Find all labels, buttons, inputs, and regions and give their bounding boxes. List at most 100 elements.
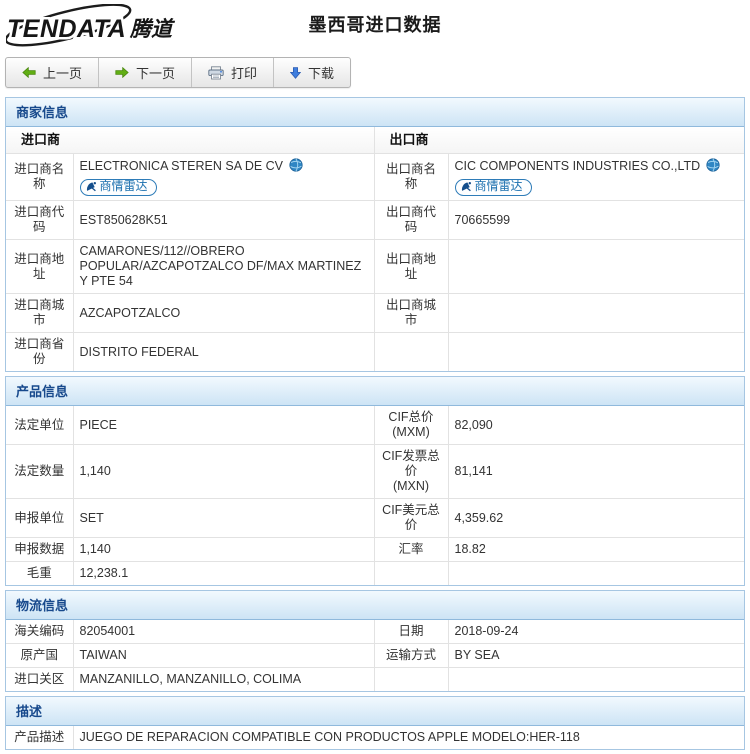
table-row: 申报单位 SET CIF美元总价 4,359.62: [6, 499, 744, 538]
download-label: 下载: [308, 63, 334, 82]
table-row: 法定单位 PIECE CIF总价 (MXM) 82,090: [6, 406, 744, 445]
description-section: 描述 产品描述 JUEGO DE REPARACION COMPATIBLE C…: [5, 696, 745, 750]
table-row: 原产国 TAIWAN 运输方式 BY SEA: [6, 644, 744, 668]
arrow-left-icon: [22, 67, 36, 78]
next-page-label: 下一页: [136, 63, 175, 82]
field-value: MANZANILLO, MANZANILLO, COLIMA: [73, 668, 374, 692]
next-page-button[interactable]: 下一页: [99, 58, 192, 87]
field-value: ELECTRONICA STEREN SA DE CV 商情雷达: [73, 153, 374, 201]
description-table: 产品描述 JUEGO DE REPARACION COMPATIBLE CON …: [6, 726, 744, 749]
field-value: AZCAPOTZALCO: [73, 294, 374, 333]
field-value: SET: [73, 499, 374, 538]
prev-page-label: 上一页: [43, 63, 82, 82]
merchant-table: 进口商 出口商 进口商名称 ELECTRONICA STEREN SA DE C…: [6, 127, 744, 371]
table-row: 毛重 12,238.1: [6, 562, 744, 586]
table-row: 进口商城市 AZCAPOTZALCO 出口商城市: [6, 294, 744, 333]
field-value: 81,141: [448, 445, 744, 499]
field-label: 进口商代码: [6, 201, 73, 240]
field-label: 毛重: [6, 562, 73, 586]
field-label: 法定数量: [6, 445, 73, 499]
field-label: 出口商代码: [374, 201, 448, 240]
field-label: 进口商地址: [6, 240, 73, 294]
field-value: CAMARONES/112//OBRERO POPULAR/AZCAPOTZAL…: [73, 240, 374, 294]
field-label: [374, 562, 448, 586]
globe-icon[interactable]: [706, 158, 720, 176]
field-label: 申报单位: [6, 499, 73, 538]
tendata-logo-graphic: TENDATA 腾道: [6, 4, 184, 50]
print-label: 打印: [231, 63, 257, 82]
section-title-description: 描述: [6, 697, 744, 726]
exporter-name: CIC COMPONENTS INDUSTRIES CO.,LTD: [455, 159, 701, 174]
field-value: DISTRITO FEDERAL: [73, 333, 374, 372]
field-value: 4,359.62: [448, 499, 744, 538]
field-value: [448, 294, 744, 333]
field-value: 2018-09-24: [448, 620, 744, 644]
field-value: [448, 240, 744, 294]
section-title-logistics: 物流信息: [6, 591, 744, 620]
field-label: 出口商地址: [374, 240, 448, 294]
field-value: 70665599: [448, 201, 744, 240]
field-label: 申报数据: [6, 538, 73, 562]
field-label: 出口商名称: [374, 153, 448, 201]
field-value: 1,140: [73, 538, 374, 562]
field-label: CIF总价 (MXM): [374, 406, 448, 445]
merchant-subheader-row: 进口商 出口商: [6, 127, 744, 153]
page-header: TENDATA 腾道 墨西哥进口数据: [0, 0, 750, 52]
field-label: 原产国: [6, 644, 73, 668]
toolbar: 上一页 下一页 打印 下载: [5, 57, 351, 88]
printer-icon: [208, 66, 224, 80]
radar-badge[interactable]: 商情雷达: [80, 179, 157, 196]
exporter-header: 出口商: [374, 127, 744, 153]
print-button[interactable]: 打印: [192, 58, 274, 87]
field-value: 12,238.1: [73, 562, 374, 586]
field-value: 82054001: [73, 620, 374, 644]
field-value: [448, 562, 744, 586]
radar-icon: [461, 181, 472, 192]
field-value: 1,140: [73, 445, 374, 499]
field-value: CIC COMPONENTS INDUSTRIES CO.,LTD: [448, 153, 744, 201]
arrow-right-icon: [115, 67, 129, 78]
field-label: 进口商城市: [6, 294, 73, 333]
field-value: TAIWAN: [73, 644, 374, 668]
radar-badge-label: 商情雷达: [100, 179, 148, 193]
product-table: 法定单位 PIECE CIF总价 (MXM) 82,090 法定数量 1,140…: [6, 406, 744, 585]
table-row: 海关编码 82054001 日期 2018-09-24: [6, 620, 744, 644]
field-label: [374, 668, 448, 692]
field-label: CIF发票总价 (MXN): [374, 445, 448, 499]
logistics-info-section: 物流信息 海关编码 82054001 日期 2018-09-24 原产国 TAI…: [5, 590, 745, 692]
download-button[interactable]: 下载: [274, 58, 350, 87]
importer-header: 进口商: [6, 127, 374, 153]
field-label: 进口关区: [6, 668, 73, 692]
table-row: 进口商地址 CAMARONES/112//OBRERO POPULAR/AZCA…: [6, 240, 744, 294]
radar-icon: [86, 181, 97, 192]
field-value: [448, 333, 744, 372]
field-label: [374, 333, 448, 372]
field-value: EST850628K51: [73, 201, 374, 240]
field-value: 18.82: [448, 538, 744, 562]
table-row: 进口商名称 ELECTRONICA STEREN SA DE CV: [6, 153, 744, 201]
field-label: 产品描述: [6, 726, 73, 749]
importer-name: ELECTRONICA STEREN SA DE CV: [80, 159, 284, 174]
logo-text-cn: 腾道: [129, 17, 176, 41]
field-value: PIECE: [73, 406, 374, 445]
logistics-table: 海关编码 82054001 日期 2018-09-24 原产国 TAIWAN 运…: [6, 620, 744, 691]
table-row: 进口关区 MANZANILLO, MANZANILLO, COLIMA: [6, 668, 744, 692]
field-label: 出口商城市: [374, 294, 448, 333]
field-value: BY SEA: [448, 644, 744, 668]
logo-text-en: TENDATA: [7, 15, 126, 43]
field-value: [448, 668, 744, 692]
table-row: 法定数量 1,140 CIF发票总价 (MXN) 81,141: [6, 445, 744, 499]
globe-icon[interactable]: [289, 158, 303, 176]
table-row: 产品描述 JUEGO DE REPARACION COMPATIBLE CON …: [6, 726, 744, 749]
field-label: 汇率: [374, 538, 448, 562]
merchant-info-section: 商家信息 进口商 出口商 进口商名称 ELECTRONICA STEREN SA…: [5, 97, 745, 372]
field-label: 法定单位: [6, 406, 73, 445]
product-info-section: 产品信息 法定单位 PIECE CIF总价 (MXM) 82,090 法定数量 …: [5, 376, 745, 586]
table-row: 进口商省份 DISTRITO FEDERAL: [6, 333, 744, 372]
field-value: 82,090: [448, 406, 744, 445]
radar-badge[interactable]: 商情雷达: [455, 179, 532, 196]
prev-page-button[interactable]: 上一页: [6, 58, 99, 87]
field-label: 日期: [374, 620, 448, 644]
tendata-logo: TENDATA 腾道: [6, 4, 184, 55]
section-title-product: 产品信息: [6, 377, 744, 406]
